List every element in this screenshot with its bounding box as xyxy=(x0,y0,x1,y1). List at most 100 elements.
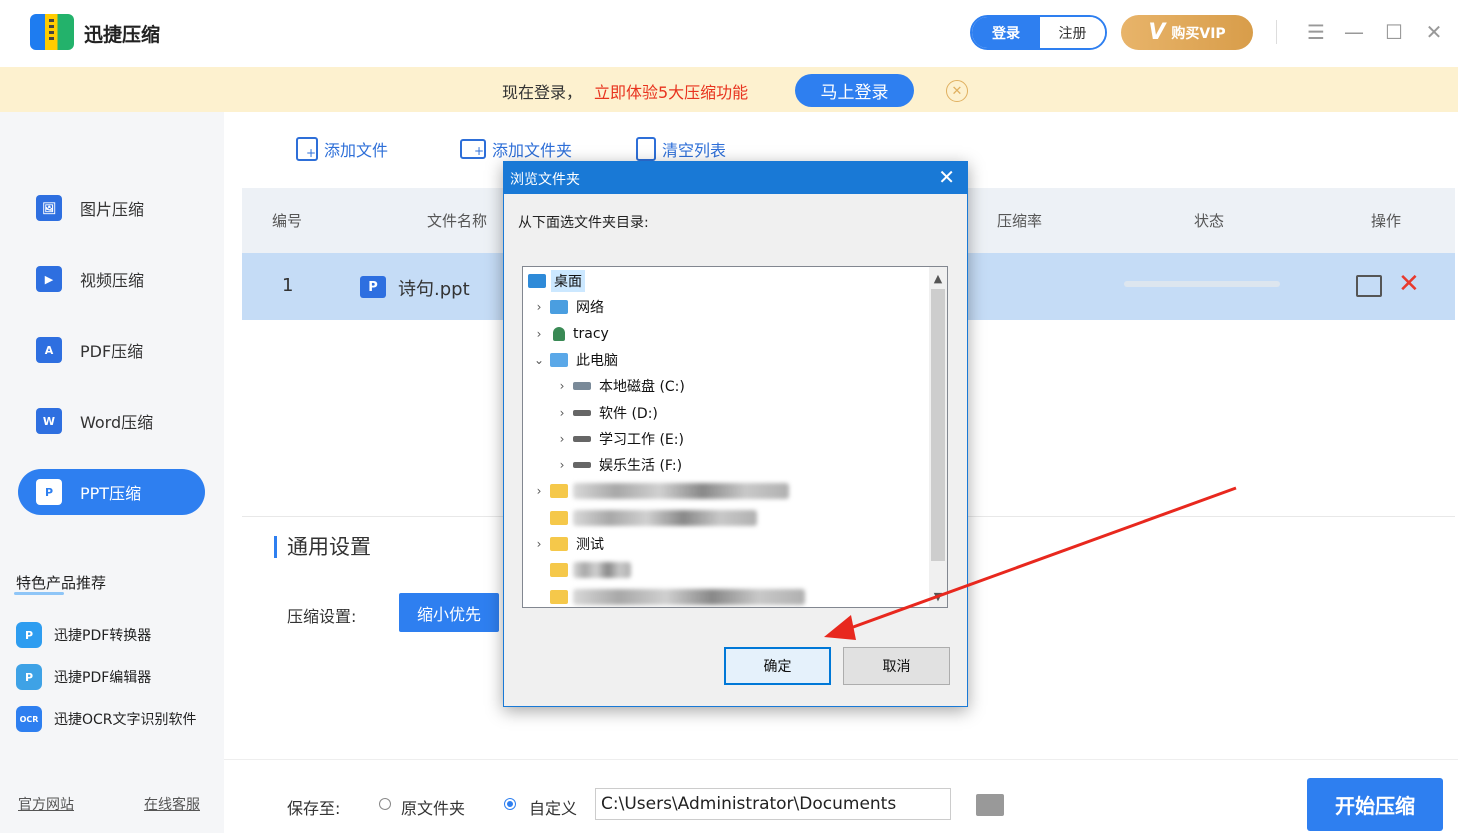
header-action: 操作 xyxy=(1371,212,1402,230)
maximize-icon[interactable]: ☐ xyxy=(1380,18,1408,46)
open-folder-icon[interactable] xyxy=(1356,275,1382,297)
chevron-right-icon[interactable]: › xyxy=(554,458,570,472)
chevron-right-icon[interactable]: › xyxy=(554,406,570,420)
official-site-link[interactable]: 官方网站 xyxy=(18,794,74,814)
tree-item-folder[interactable] xyxy=(547,558,631,582)
minimize-icon[interactable]: — xyxy=(1340,18,1368,46)
recommend-ocr[interactable]: OCR 迅捷OCR文字识别软件 xyxy=(16,706,197,732)
add-folder-label: 添加文件夹 xyxy=(492,141,573,160)
status-progress-bar xyxy=(1124,281,1280,287)
tree-item-drive-f[interactable]: › 娱乐生活 (F:) xyxy=(554,453,685,477)
recommend-label: 迅捷PDF转换器 xyxy=(54,628,152,644)
user-icon xyxy=(553,327,565,341)
chevron-right-icon[interactable]: › xyxy=(554,379,570,393)
ppt-icon: P xyxy=(36,479,62,505)
banner-text: 现在登录， xyxy=(502,83,583,102)
tree-scrollbar[interactable]: ▲ ▼ xyxy=(929,267,947,607)
browse-folder-icon[interactable] xyxy=(976,794,1004,816)
sidebar-item-video[interactable]: ▶ 视频压缩 xyxy=(18,256,205,302)
clear-list-label: 清空列表 xyxy=(662,141,727,160)
chevron-right-icon[interactable]: › xyxy=(531,327,547,341)
online-support-link[interactable]: 在线客服 xyxy=(144,794,200,814)
blurred-folder-name xyxy=(573,562,631,578)
tree-item-this-pc[interactable]: ⌄ 此电脑 xyxy=(531,348,621,372)
original-folder-radio[interactable] xyxy=(379,798,391,810)
bottom-bar: 保存至: 原文件夹 自定义 开始压缩 xyxy=(224,759,1458,833)
tree-item-user[interactable]: › tracy xyxy=(531,322,612,346)
sidebar-item-label: PPT压缩 xyxy=(80,484,142,503)
sidebar-item-label: 图片压缩 xyxy=(80,200,145,219)
tree-item-drive-d[interactable]: › 软件 (D:) xyxy=(554,401,661,425)
dialog-prompt: 从下面选文件夹目录: xyxy=(518,215,649,231)
dialog-close-icon[interactable]: ✕ xyxy=(938,165,955,189)
banner-highlight: 立即体验5大压缩功能 xyxy=(594,83,749,102)
recommend-pdf-editor[interactable]: P 迅捷PDF编辑器 xyxy=(16,664,151,690)
tree-item-test[interactable]: › 测试 xyxy=(531,532,607,556)
tree-label: 娱乐生活 (F:) xyxy=(599,458,683,474)
scroll-up-icon[interactable]: ▲ xyxy=(929,269,947,287)
add-folder-icon: + xyxy=(460,139,486,159)
chevron-right-icon[interactable]: › xyxy=(531,300,547,314)
tree-label: 网络 xyxy=(576,300,604,316)
login-button[interactable]: 登录 xyxy=(972,17,1040,48)
sidebar-item-label: Word压缩 xyxy=(80,413,154,432)
start-compress-button[interactable]: 开始压缩 xyxy=(1307,778,1443,831)
save-path-input[interactable] xyxy=(595,788,951,820)
tree-item-folder[interactable] xyxy=(547,585,805,607)
app-title: 迅捷压缩 xyxy=(84,24,161,46)
custom-folder-label: 自定义 xyxy=(529,799,578,818)
scroll-down-icon[interactable]: ▼ xyxy=(929,587,947,605)
chevron-right-icon[interactable]: › xyxy=(531,537,547,551)
add-folder-button[interactable]: + 添加文件夹 xyxy=(460,137,572,161)
drive-icon xyxy=(573,436,591,442)
compress-setting-dropdown[interactable]: 缩小优先 xyxy=(399,593,499,632)
chevron-down-icon[interactable]: ⌄ xyxy=(531,353,547,367)
word-icon: W xyxy=(36,408,62,434)
folder-icon xyxy=(550,511,568,525)
add-file-button[interactable]: + 添加文件 xyxy=(296,137,388,161)
recommend-label: 迅捷PDF编辑器 xyxy=(54,670,152,686)
tree-item-drive-e[interactable]: › 学习工作 (E:) xyxy=(554,427,687,451)
folder-icon xyxy=(550,563,568,577)
blurred-folder-name xyxy=(573,483,789,499)
buy-vip-button[interactable]: V 购买VIP xyxy=(1121,15,1253,50)
chevron-right-icon[interactable]: › xyxy=(554,432,570,446)
banner-close-icon[interactable]: ✕ xyxy=(946,80,968,102)
ok-button[interactable]: 确定 xyxy=(724,647,831,685)
banner-login-button[interactable]: 马上登录 xyxy=(795,74,914,107)
original-folder-label: 原文件夹 xyxy=(401,799,466,818)
custom-folder-radio[interactable] xyxy=(504,798,516,810)
sidebar-item-word[interactable]: W Word压缩 xyxy=(18,398,205,444)
delete-icon[interactable]: ✕ xyxy=(1398,269,1420,299)
tree-item-network[interactable]: › 网络 xyxy=(531,295,607,319)
close-icon[interactable]: ✕ xyxy=(1420,18,1448,46)
ppt-file-icon: P xyxy=(360,276,386,298)
app-logo-icon xyxy=(30,14,74,50)
scroll-thumb[interactable] xyxy=(931,289,945,561)
tree-item-folder[interactable]: › xyxy=(531,479,789,503)
image-icon: 🖼 xyxy=(36,195,62,221)
tree-label: 测试 xyxy=(576,537,604,553)
cancel-button[interactable]: 取消 xyxy=(843,647,950,685)
tree-item-drive-c[interactable]: › 本地磁盘 (C:) xyxy=(554,374,688,398)
dialog-titlebar: 浏览文件夹 ✕ xyxy=(504,162,967,194)
menu-icon[interactable]: ☰ xyxy=(1302,18,1330,46)
recommend-underline xyxy=(14,592,64,595)
recommend-pdf-converter[interactable]: P 迅捷PDF转换器 xyxy=(16,622,151,648)
register-button[interactable]: 注册 xyxy=(1040,17,1105,48)
drive-icon xyxy=(573,462,591,468)
sidebar-item-image[interactable]: 🖼 图片压缩 xyxy=(18,185,205,231)
header-filename: 文件名称 xyxy=(427,212,488,230)
tree-item-desktop[interactable]: 桌面 xyxy=(525,269,585,293)
sidebar-item-pdf[interactable]: A PDF压缩 xyxy=(18,327,205,373)
browse-folder-dialog: 浏览文件夹 ✕ 从下面选文件夹目录: 桌面 › 网络 › tracy ⌄ 此电脑… xyxy=(503,161,968,707)
add-file-label: 添加文件 xyxy=(324,141,389,160)
title-bar: 迅捷压缩 登录 注册 V 购买VIP ☰ — ☐ ✕ xyxy=(0,0,1458,67)
sidebar-item-ppt[interactable]: P PPT压缩 xyxy=(18,469,205,515)
tree-item-folder[interactable] xyxy=(547,506,757,530)
settings-title: 通用设置 xyxy=(274,536,371,558)
chevron-right-icon[interactable]: › xyxy=(531,484,547,498)
title-divider xyxy=(1276,20,1277,44)
clear-list-button[interactable]: 清空列表 xyxy=(636,137,726,161)
sidebar: 🖼 图片压缩 ▶ 视频压缩 A PDF压缩 W Word压缩 P PPT压缩 特… xyxy=(0,112,224,833)
